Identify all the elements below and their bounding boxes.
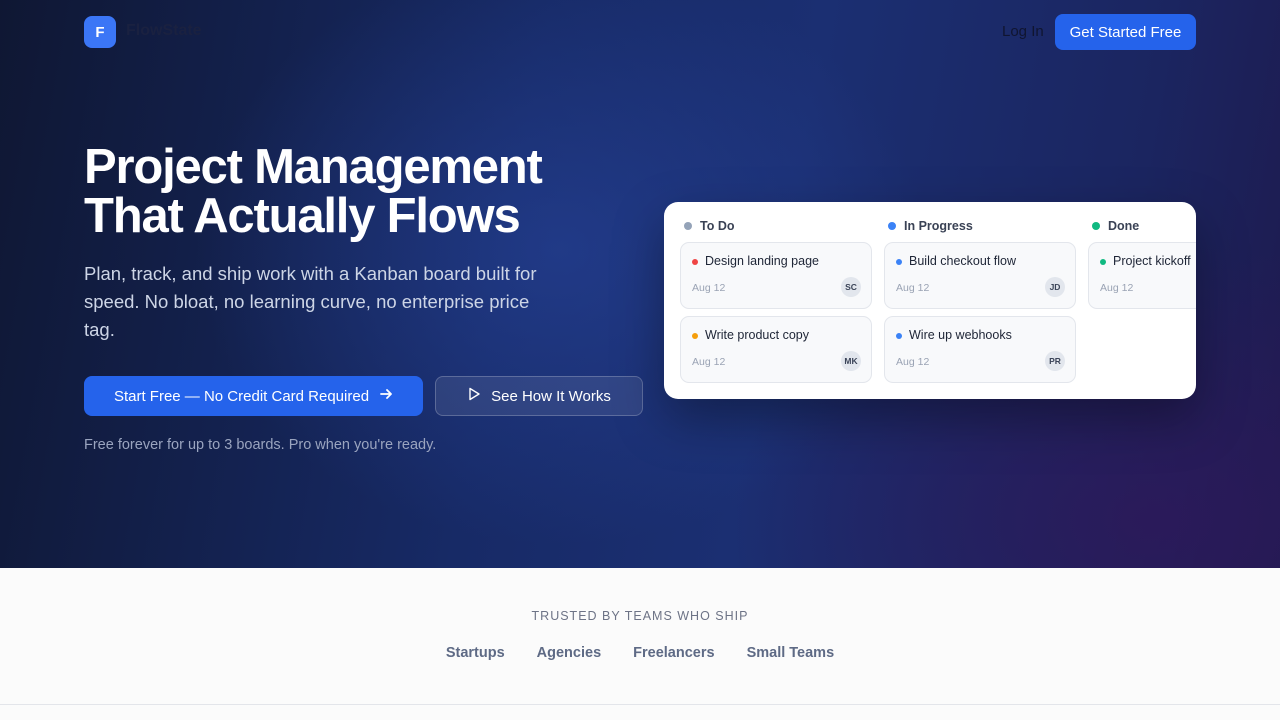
task-title: Write product copy [705, 328, 809, 342]
hero-headline: Project Management That Actually Flows [84, 143, 624, 241]
task-card[interactable]: Write product copy Aug 12 MK [680, 316, 872, 383]
task-date: Aug 12 [896, 356, 930, 368]
see-how-label: See How It Works [491, 387, 611, 405]
brand-name[interactable]: FlowState [126, 22, 202, 40]
assignee-avatar: PR [1045, 351, 1065, 371]
logo-mark[interactable]: F [84, 16, 116, 48]
task-card[interactable]: Project kickoff Aug 12 [1088, 242, 1196, 309]
column-title: To Do [700, 219, 735, 233]
status-dot-icon [888, 222, 896, 230]
priority-dot-icon [692, 333, 698, 339]
column-header: To Do [684, 219, 734, 233]
segment-freelancers: Freelancers [633, 645, 715, 661]
priority-dot-icon [896, 333, 902, 339]
segment-small-teams: Small Teams [746, 645, 835, 661]
kanban-board-preview: To Do Design landing page Aug 12 SC Writ… [664, 202, 1196, 399]
start-free-label: Start Free — No Credit Card Required [113, 387, 370, 405]
start-free-button[interactable]: Start Free — No Credit Card Required [84, 376, 423, 416]
task-card[interactable]: Build checkout flow Aug 12 JD [884, 242, 1076, 309]
section-divider [0, 704, 1280, 705]
arrow-right-icon [379, 387, 393, 405]
get-started-button[interactable]: Get Started Free [1055, 14, 1196, 50]
task-title: Wire up webhooks [909, 328, 1012, 342]
segment-agencies: Agencies [536, 645, 602, 661]
customer-segments: Startups Agencies Freelancers Small Team… [0, 645, 1280, 661]
task-date: Aug 12 [692, 356, 726, 368]
task-title: Build checkout flow [909, 254, 1017, 268]
task-date: Aug 12 [692, 282, 726, 294]
column-header: In Progress [888, 219, 973, 233]
headline-line-1: Project Management [84, 140, 543, 194]
hero-subhead: Plan, track, and ship work with a Kanban… [84, 263, 537, 340]
column-title: In Progress [904, 219, 973, 233]
column-header: Done [1092, 219, 1139, 233]
see-how-it-works-button[interactable]: See How It Works [435, 376, 643, 416]
task-date: Aug 12 [896, 282, 930, 294]
status-dot-icon [1092, 222, 1100, 230]
assignee-avatar: JD [1045, 277, 1065, 297]
priority-dot-icon [896, 259, 902, 265]
task-card[interactable]: Design landing page Aug 12 SC [680, 242, 872, 309]
column-title: Done [1108, 219, 1140, 233]
task-title: Design landing page [705, 254, 819, 268]
assignee-avatar: SC [841, 277, 861, 297]
pricing-fineprint: Free forever for up to 3 boards. Pro whe… [84, 437, 437, 453]
priority-dot-icon [692, 259, 698, 265]
play-icon [467, 387, 481, 405]
assignee-avatar: MK [841, 351, 861, 371]
task-title: Project kickoff [1113, 254, 1191, 268]
headline-line-2: That Actually Flows [84, 189, 521, 243]
hero-section: F FlowState Log In Get Started Free Proj… [0, 0, 1280, 568]
login-link[interactable]: Log In [1002, 23, 1044, 40]
segment-startups: Startups [445, 645, 505, 661]
task-card[interactable]: Wire up webhooks Aug 12 PR [884, 316, 1076, 383]
priority-dot-icon [1100, 259, 1106, 265]
status-dot-icon [684, 222, 692, 230]
trusted-by-label: TRUSTED BY TEAMS WHO SHIP [531, 609, 749, 623]
task-date: Aug 12 [1100, 282, 1134, 294]
